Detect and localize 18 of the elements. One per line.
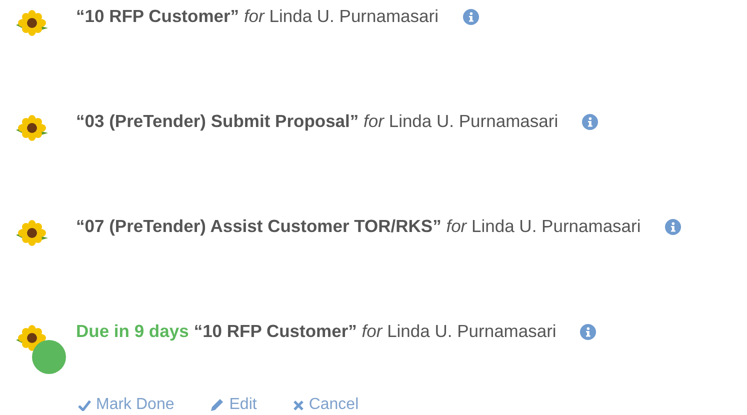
activity-summary: “10 RFP Customer” for Linda U. Purnamasari bbox=[194, 321, 556, 342]
info-icon[interactable] bbox=[462, 8, 478, 24]
sunflower-icon bbox=[14, 9, 50, 37]
pencil-icon bbox=[210, 398, 224, 412]
action-link[interactable]: Edit bbox=[210, 396, 257, 414]
info-icon[interactable] bbox=[582, 114, 598, 130]
activity-summary: “07 (PreTender) Assist Customer TOR/RKS” for Linda U. Purnamasari bbox=[76, 216, 641, 237]
info-icon[interactable] bbox=[580, 324, 596, 340]
close-icon bbox=[292, 400, 304, 410]
action-link[interactable]: Mark Done bbox=[78, 396, 174, 414]
due-label: Due in 9 days bbox=[76, 321, 189, 342]
sunflower-icon bbox=[14, 114, 50, 142]
sunflower-icon bbox=[14, 219, 50, 247]
activity-summary: “10 RFP Customer” for Linda U. Purnamasari bbox=[76, 6, 438, 27]
activity-summary: “03 (PreTender) Submit Proposal” for Linda U. Purnamasari bbox=[76, 111, 558, 132]
check-icon bbox=[78, 400, 91, 410]
action-link[interactable]: Cancel bbox=[292, 396, 359, 414]
info-icon[interactable] bbox=[664, 218, 681, 234]
